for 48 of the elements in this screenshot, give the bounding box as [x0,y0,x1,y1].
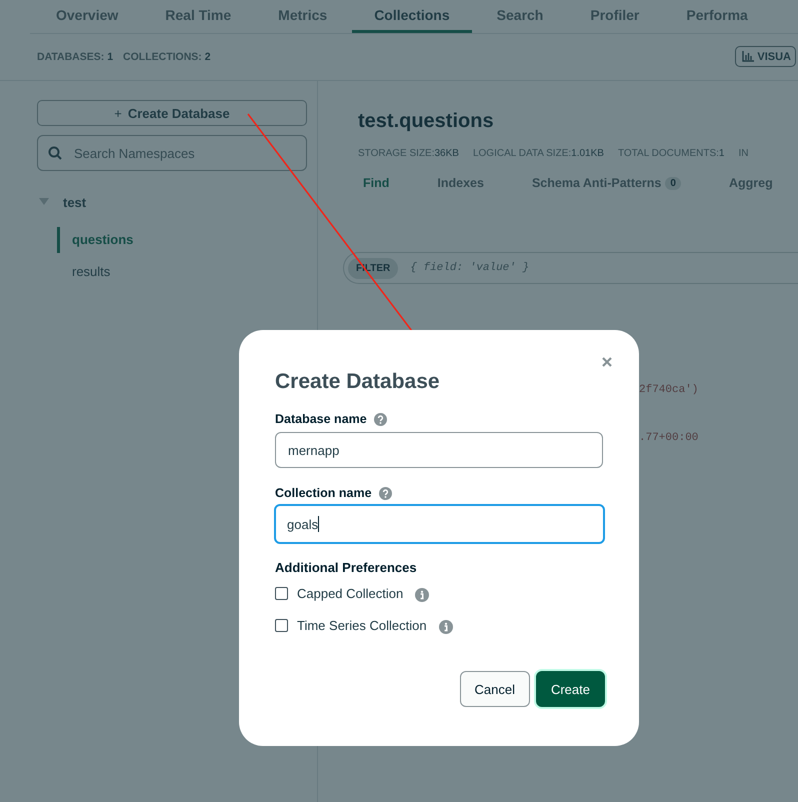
nav-tab[interactable]: Overview [30,0,140,33]
document-text: .77+00:00 [639,432,700,446]
cancel-button[interactable]: Cancel [460,671,530,707]
text-input[interactable]: goals [274,504,605,544]
collection-stat: IN [738,148,748,159]
nav-tab[interactable]: Collections [352,0,472,33]
help-icon[interactable] [378,486,392,500]
search-icon [48,146,62,160]
option-label: Time Series Collection [297,618,427,632]
create-database-button[interactable]: + Create Database [37,100,307,126]
info-icon[interactable] [438,620,453,634]
close-icon[interactable] [602,357,612,367]
dialog-title: Create Database [275,370,441,394]
collection-tab[interactable]: Aggreg [728,176,773,190]
filter-placeholder: { field: 'value' } [410,262,530,274]
section-heading: Additional Preferences [275,560,418,575]
collection-tab[interactable]: Indexes [437,176,484,190]
search-input[interactable]: Search Namespaces [72,144,306,162]
database-item[interactable]: test [63,194,86,210]
summary-stat: DATABASES: 1 [37,50,114,62]
help-icon[interactable] [374,412,387,426]
nav-tab[interactable]: Profiler [568,0,662,33]
nav-tab[interactable]: Real Time [143,0,254,33]
collection-tab[interactable]: Find [363,176,390,190]
document-text: 2f740ca') [639,384,700,398]
visualize-button[interactable]: VISUA [735,46,796,67]
collection-tab[interactable]: Schema Anti-Patterns 0 [532,176,681,190]
nav-tab[interactable]: Metrics [256,0,350,33]
field-label: Collection name [275,486,372,500]
info-icon[interactable] [415,588,430,602]
option-label: Capped Collection [297,586,404,600]
collection-stat: STORAGE SIZE:36KB [358,148,459,159]
nav-tab[interactable]: Performa [664,0,770,33]
summary-stat: COLLECTIONS: 2 [123,50,211,62]
checkbox[interactable] [275,618,288,632]
checkbox[interactable] [275,586,288,600]
text-input[interactable]: mernapp [275,432,603,468]
search-field[interactable]: Search Namespaces [37,135,307,171]
collection-title: test.questions [358,109,495,133]
count-badge: 0 [665,176,681,190]
field-label: Database name [275,412,367,426]
create-button[interactable]: Create [536,671,605,707]
collection-item[interactable]: questions [57,227,306,253]
nav-tab[interactable]: Search [474,0,566,33]
collection-item[interactable]: results [57,259,306,285]
collection-stat: LOGICAL DATA SIZE:1.01KB [472,148,604,159]
bar-chart-icon [742,51,754,62]
collection-stat: TOTAL DOCUMENTS:1 [618,148,724,159]
